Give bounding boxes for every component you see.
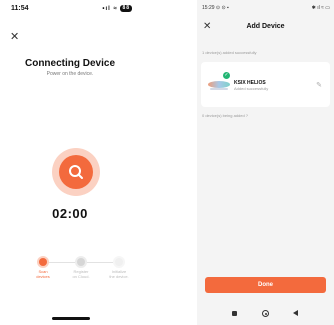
- recents-icon[interactable]: [232, 311, 237, 316]
- battery-icon: 88: [120, 5, 132, 12]
- step-register: Register on Cloud.: [66, 258, 96, 279]
- adding-count-caption: 0 device(s) being added ?: [202, 113, 249, 118]
- device-image-base: [210, 88, 228, 90]
- close-icon[interactable]: ✕: [10, 30, 19, 43]
- home-indicator[interactable]: [52, 317, 90, 320]
- device-status: Added successfully: [234, 86, 269, 91]
- step-label: the device.: [109, 274, 129, 279]
- home-icon[interactable]: [262, 310, 269, 317]
- added-count-caption: 1 device(s) added successfully: [202, 50, 257, 55]
- back-icon[interactable]: [293, 310, 298, 316]
- step-label: devices: [36, 274, 50, 279]
- step-scan: Scan devices: [28, 258, 58, 279]
- search-icon: [69, 165, 83, 179]
- status-bar: 11:54 •ıl ≈ 88: [11, 5, 132, 15]
- status-time: 15:29 ⊙ ⊙ ▪: [202, 5, 229, 11]
- page-title: Add Device: [246, 23, 285, 30]
- page-title: Connecting Device: [24, 58, 116, 69]
- countdown-timer: 02:00: [52, 206, 88, 221]
- step-indicator: [77, 258, 85, 266]
- pencil-icon[interactable]: ✎: [316, 81, 322, 89]
- android-nav-bar: [197, 301, 334, 325]
- add-device-screen: 15:29 ⊙ ⊙ ▪ ✱ ıl ≈ ▭ ✕ Add Device 1 devi…: [197, 0, 334, 325]
- step-indicator: [115, 258, 123, 266]
- status-time: 11:54: [11, 5, 29, 12]
- status-icons: ✱ ıl ≈ ▭: [311, 5, 330, 11]
- device-image: [208, 81, 230, 88]
- check-icon: ✓: [223, 72, 230, 79]
- page-subtitle: Power on the device.: [46, 71, 94, 77]
- done-button[interactable]: Done: [205, 277, 326, 293]
- step-initialize: Initialize the device.: [104, 258, 134, 279]
- step-indicator: [39, 258, 47, 266]
- connecting-screen: 11:54 •ıl ≈ 88 ✕ Connecting Device Power…: [2, 0, 138, 325]
- signal-wifi-icon: •ıl ≈: [102, 6, 118, 13]
- device-card[interactable]: ✓ KSIX HELIOS Added successfully ✎: [201, 62, 330, 107]
- status-bar: 15:29 ⊙ ⊙ ▪ ✱ ıl ≈ ▭: [202, 5, 330, 13]
- step-label: on Cloud.: [72, 274, 90, 279]
